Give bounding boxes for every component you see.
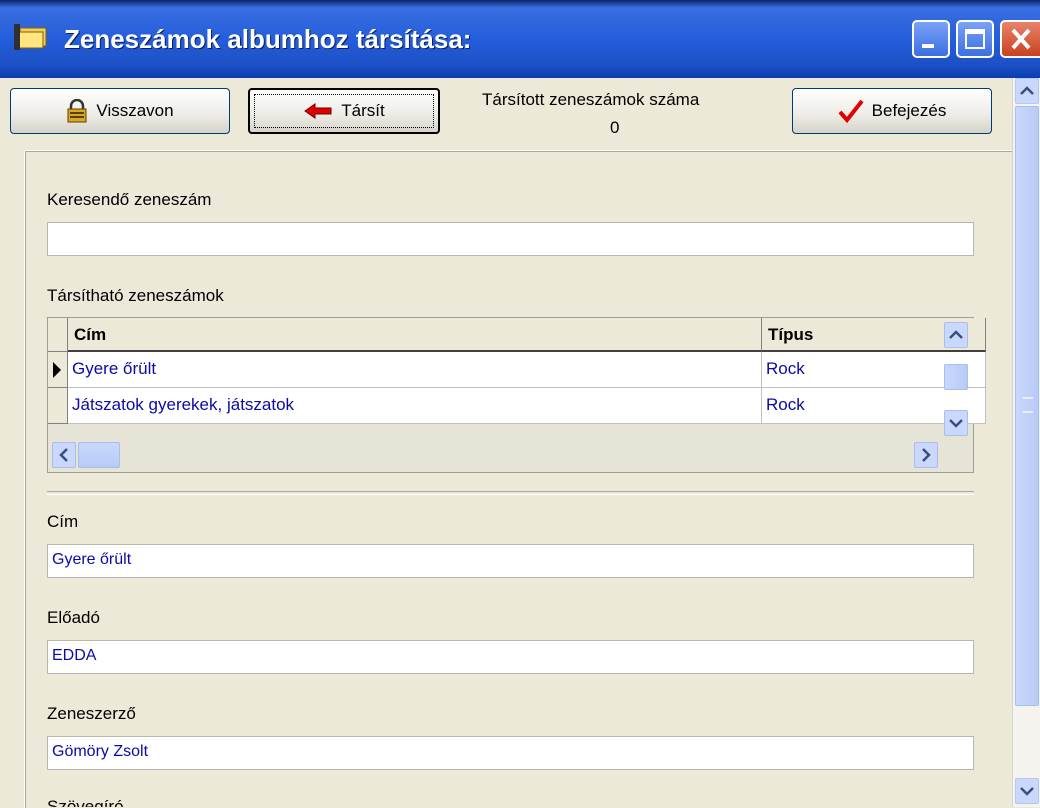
finish-label: Befejezés bbox=[871, 101, 947, 120]
grid-scroll-right-button[interactable] bbox=[914, 442, 938, 468]
search-label: Keresendő zeneszám bbox=[47, 190, 212, 209]
focus-rect bbox=[254, 94, 434, 128]
chevron-left-icon bbox=[59, 448, 68, 462]
grid-corner bbox=[48, 318, 68, 352]
composer-field[interactable]: Gömöry Zsolt bbox=[47, 736, 974, 770]
undo-button[interactable]: Visszavon bbox=[10, 88, 230, 134]
performer-field-label: Előadó bbox=[47, 608, 100, 627]
title-bar[interactable]: Zeneszámok albumhoz társítása: bbox=[0, 0, 1040, 78]
folder-app-icon bbox=[14, 24, 47, 50]
chevron-right-icon bbox=[922, 448, 931, 462]
row-selector[interactable] bbox=[48, 352, 68, 388]
close-button[interactable] bbox=[1000, 20, 1040, 58]
padlock-icon bbox=[67, 99, 87, 123]
finish-button[interactable]: Befejezés bbox=[792, 88, 992, 134]
scroll-down-button[interactable] bbox=[1015, 778, 1039, 804]
column-header-title[interactable]: Cím bbox=[68, 318, 762, 352]
divider bbox=[47, 491, 974, 495]
search-input[interactable] bbox=[47, 222, 974, 256]
chevron-down-icon bbox=[949, 419, 963, 428]
vertical-scroll-thumb[interactable] bbox=[1015, 106, 1039, 706]
checkmark-icon bbox=[838, 99, 864, 123]
grid-scroll-down-button[interactable] bbox=[944, 410, 968, 436]
maximize-icon bbox=[965, 29, 985, 49]
minimize-icon bbox=[922, 44, 934, 48]
tracks-grid: Cím Típus Gyere őrült Rock Játszatok gye… bbox=[47, 317, 986, 473]
chevron-up-icon bbox=[949, 330, 963, 339]
grid-scroll-up-button[interactable] bbox=[944, 322, 968, 348]
scroll-grip-icon bbox=[1023, 397, 1033, 413]
title-field[interactable]: Gyere őrült bbox=[47, 544, 974, 578]
assign-button[interactable]: Társít bbox=[248, 88, 440, 134]
window-vertical-scrollbar[interactable] bbox=[1012, 78, 1040, 807]
performer-field[interactable]: EDDA bbox=[47, 640, 974, 674]
composer-field-label: Zeneszerző bbox=[47, 704, 136, 723]
maximize-button[interactable] bbox=[956, 20, 994, 58]
title-field-label: Cím bbox=[47, 512, 79, 531]
grid-hscroll-thumb[interactable] bbox=[78, 442, 120, 468]
grid-scroll-left-button[interactable] bbox=[52, 442, 76, 468]
table-cell-title[interactable]: Játszatok gyerekek, játszatok bbox=[68, 388, 762, 424]
minimize-button[interactable] bbox=[912, 20, 950, 58]
assigned-count-value: 0 bbox=[610, 118, 620, 137]
row-selector[interactable] bbox=[48, 388, 68, 424]
current-row-icon bbox=[53, 362, 61, 378]
window-title: Zeneszámok albumhoz társítása: bbox=[64, 24, 472, 54]
lyricist-field-label: Szövegíró bbox=[47, 797, 124, 807]
assigned-count-label: Társított zeneszámok száma bbox=[482, 90, 700, 109]
close-icon bbox=[1011, 28, 1031, 50]
scroll-up-button[interactable] bbox=[1015, 78, 1039, 104]
chevron-down-icon bbox=[1020, 787, 1034, 796]
chevron-up-icon bbox=[1020, 86, 1034, 95]
grid-vscroll-thumb[interactable] bbox=[944, 364, 968, 390]
table-cell-title[interactable]: Gyere őrült bbox=[68, 352, 762, 388]
undo-label: Visszavon bbox=[96, 101, 174, 120]
available-tracks-label: Társítható zeneszámok bbox=[47, 286, 224, 305]
